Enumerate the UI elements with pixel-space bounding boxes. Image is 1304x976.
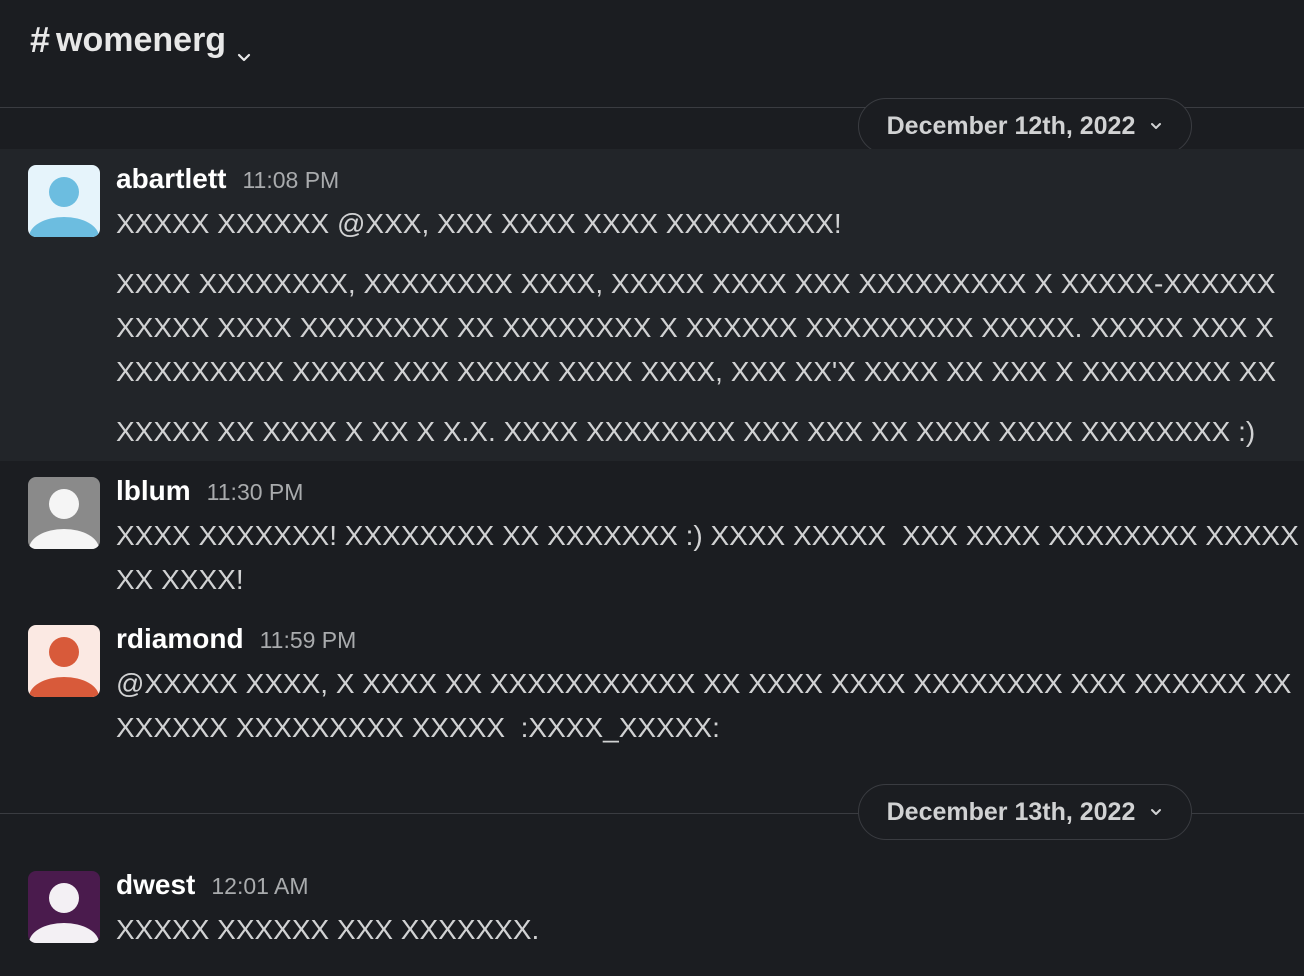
message-text: @XXXXX XXXX, X XXXX XX XXXXXXXXXXX XX XX…: [116, 668, 1292, 699]
date-label: December 13th, 2022: [886, 797, 1136, 826]
username[interactable]: abartlett: [116, 163, 226, 195]
message-text: XXXXXXXXX XXXXX XXX XXXXX XXXX XXXX, XXX…: [116, 356, 1277, 387]
date-label: December 12th, 2022: [886, 111, 1136, 140]
timestamp[interactable]: 11:08 PM: [242, 167, 339, 194]
message-text: XXXXX XXXX XXXXXXXX XX XXXXXXXX X XXXXXX…: [116, 312, 1274, 343]
date-jump-button[interactable]: December 12th, 2022: [858, 98, 1192, 154]
username[interactable]: lblum: [116, 475, 191, 507]
message-item[interactable]: dwest 12:01 AM XXXXX XXXXXX XXX XXXXXXX.: [0, 855, 1304, 976]
timestamp[interactable]: 11:59 PM: [260, 627, 357, 654]
channel-name-button[interactable]: # womenerg: [30, 18, 252, 62]
message-text: XX XXXX!: [116, 564, 244, 595]
timestamp[interactable]: 11:30 PM: [207, 479, 304, 506]
username[interactable]: dwest: [116, 869, 195, 901]
channel-name: womenerg: [56, 21, 227, 59]
message-text: XXXXX XXXXXX @XXX, XXX XXXX XXXX XXXXXXX…: [116, 208, 842, 239]
date-jump-button[interactable]: December 13th, 2022: [858, 784, 1192, 840]
hash-icon: #: [30, 19, 51, 60]
avatar[interactable]: [28, 165, 100, 237]
chevron-down-icon: [1151, 809, 1162, 815]
message-text: XXXXXX XXXXXXXXX XXXXX :XXXX_XXXXX:: [116, 712, 720, 743]
message-text: XXXXX XXXXXX XXX XXXXXXX.: [116, 914, 540, 945]
avatar[interactable]: [28, 625, 100, 697]
message-item[interactable]: rdiamond 11:59 PM @XXXXX XXXX, X XXXX XX…: [0, 609, 1304, 759]
avatar[interactable]: [28, 871, 100, 943]
message-item[interactable]: abartlett 11:08 PM XXXXX XXXXXX @XXX, XX…: [0, 149, 1304, 461]
channel-header: # womenerg: [0, 0, 1304, 82]
chevron-down-icon: [1151, 123, 1162, 129]
chevron-down-icon: [236, 32, 252, 62]
username[interactable]: rdiamond: [116, 623, 244, 655]
timestamp[interactable]: 12:01 AM: [211, 873, 308, 900]
message-text: XXXX XXXXXXXX, XXXXXXXX XXXX, XXXXX XXXX…: [116, 268, 1276, 299]
message-text: XXXXX XX XXXX X XX X X.X. XXXX XXXXXXXX …: [116, 416, 1256, 447]
avatar[interactable]: [28, 477, 100, 549]
message-text: XXXX XXXXXXX! XXXXXXXX XX XXXXXXX :) XXX…: [116, 520, 1299, 551]
message-item[interactable]: lblum 11:30 PM XXXX XXXXXXX! XXXXXXXX XX…: [0, 461, 1304, 609]
